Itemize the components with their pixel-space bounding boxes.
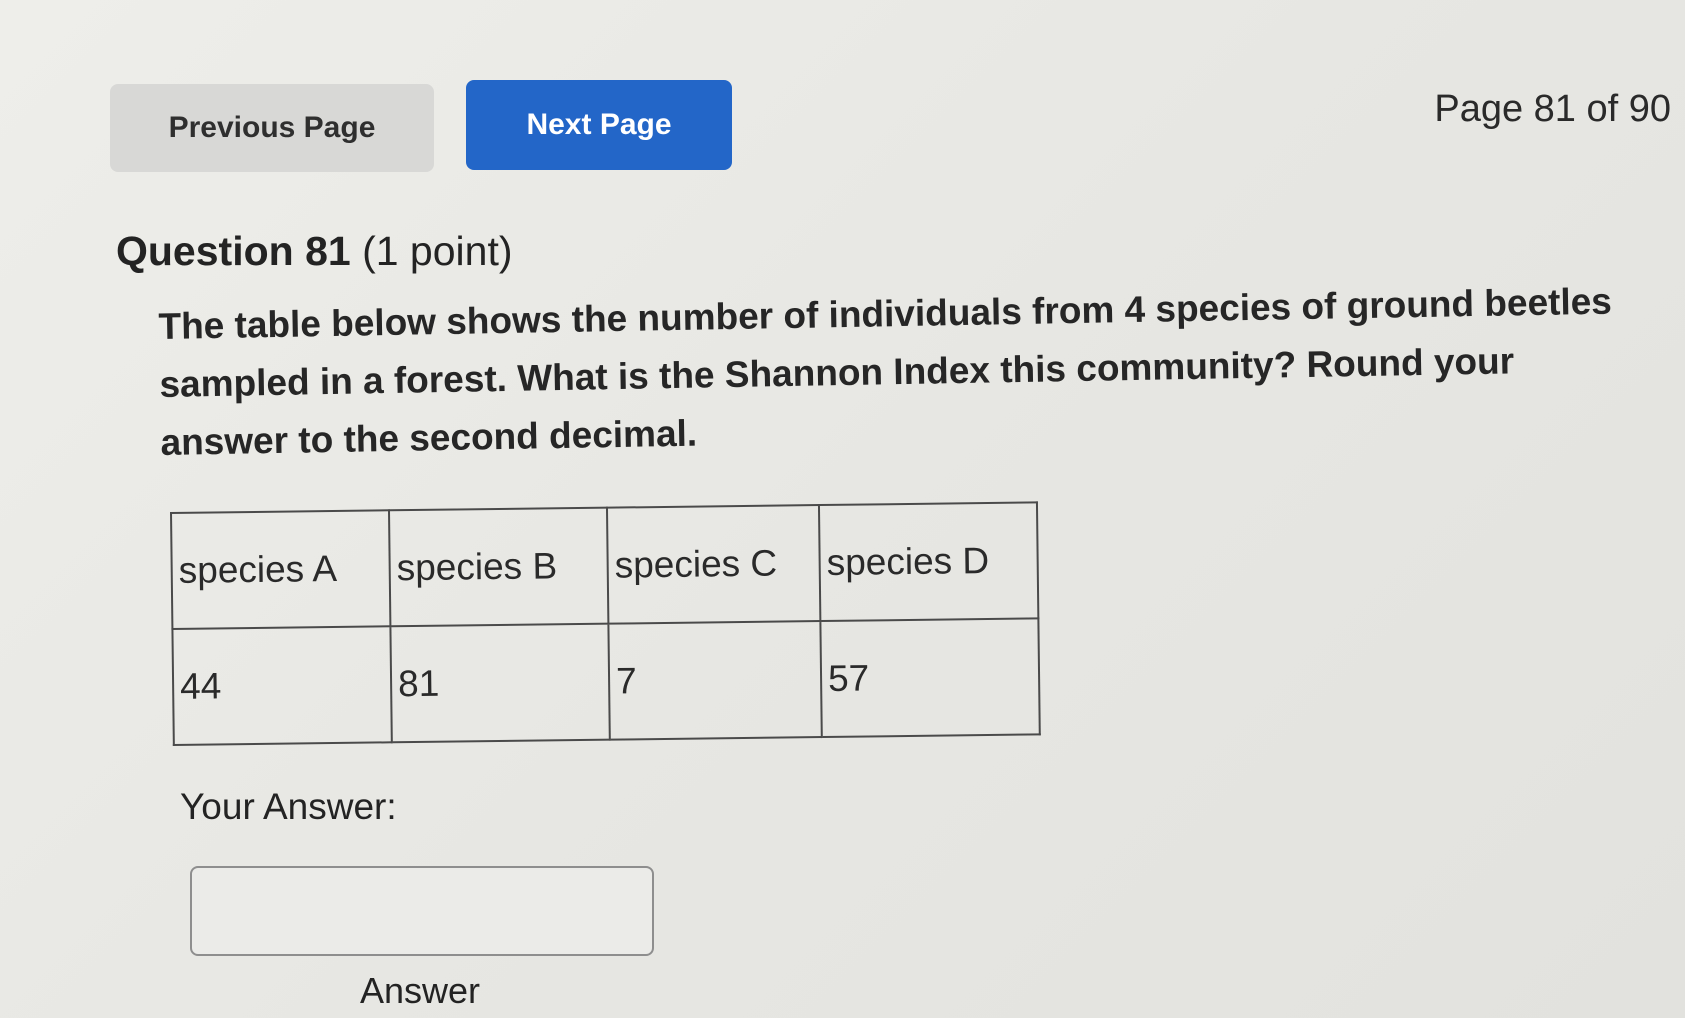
question-number: Question 81: [116, 228, 351, 274]
table-header-cell: species D: [818, 502, 1039, 622]
answer-caption: Answer: [360, 970, 481, 1011]
table-header-cell: species B: [388, 507, 609, 627]
page-indicator: Page 81 of 90: [1434, 88, 1671, 130]
table-header-cell: species C: [606, 505, 821, 624]
table-cell: 7: [608, 621, 822, 740]
next-page-button[interactable]: Next Page: [466, 80, 732, 170]
question-heading: Question 81 (1 point): [116, 228, 513, 275]
table-header-cell: species A: [171, 510, 391, 629]
previous-page-button[interactable]: Previous Page: [110, 84, 434, 172]
table-row: 44 81 7 57: [172, 618, 1040, 745]
table-cell: 57: [820, 618, 1040, 738]
species-table: species A species B species C species D …: [170, 501, 1041, 746]
table-cell: 44: [172, 626, 392, 745]
quiz-page: Previous Page Next Page Page 81 of 90 Qu…: [0, 0, 1685, 1018]
answer-label: Your Answer:: [180, 786, 397, 827]
table-header-row: species A species B species C species D: [171, 502, 1039, 629]
answer-input[interactable]: [190, 866, 654, 956]
question-points: (1 point): [362, 228, 513, 274]
table-cell: 81: [390, 623, 610, 743]
question-text: The table below shows the number of indi…: [158, 280, 1613, 463]
